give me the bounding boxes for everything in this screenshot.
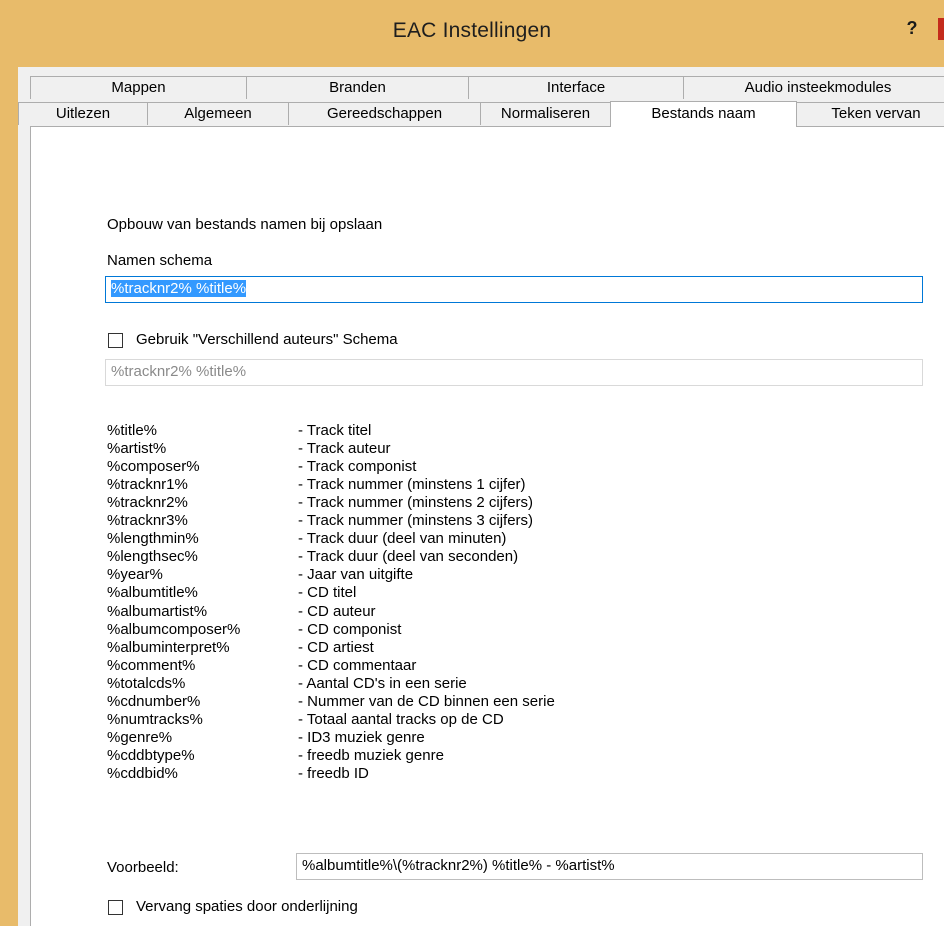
tab-uitlezen[interactable]: Uitlezen [18, 102, 148, 125]
placeholder-token: %composer% [107, 458, 200, 476]
tab-bestands-naam[interactable]: Bestands naam [610, 101, 797, 127]
placeholder-description: - Aantal CD's in een serie [298, 674, 467, 692]
placeholder-description: - Jaar van uitgifte [298, 566, 414, 584]
placeholder-description: - Track titel [298, 422, 372, 439]
placeholder-token: %genre% [107, 728, 173, 746]
placeholder-description: - Track auteur [298, 440, 391, 458]
tab-normaliseren[interactable]: Normaliseren [480, 102, 611, 125]
placeholder-description: - CD commentaar [298, 656, 417, 674]
placeholder-token: %comment% [107, 656, 196, 674]
placeholder-token: %tracknr3% [107, 512, 188, 530]
placeholder-description: - freedb muziek genre [298, 746, 444, 764]
various-artists-scheme-input[interactable]: %tracknr2% %title% [105, 359, 923, 386]
placeholder-description: - Nummer van de CD binnen een serie [298, 692, 555, 710]
tab-teken-vervangen[interactable]: Teken vervan [796, 102, 944, 125]
placeholder-description: - CD componist [298, 620, 402, 638]
close-button[interactable] [938, 18, 944, 40]
placeholder-token: %artist% [107, 440, 167, 458]
placeholder-description: - CD titel [298, 584, 357, 602]
tab-mappen[interactable]: Mappen [30, 76, 247, 99]
placeholder-description: - Track nummer (minstens 3 cijfers) [298, 512, 534, 530]
help-button[interactable]: ? [902, 16, 922, 40]
window-frame [0, 67, 18, 926]
various-artists-checkbox[interactable] [108, 333, 123, 348]
placeholder-token: %albuminterpret% [107, 638, 230, 656]
tab-audio-insteekmodules[interactable]: Audio insteekmodules [683, 76, 944, 99]
placeholder-token: %year% [107, 566, 163, 584]
placeholder-description: - Track nummer (minstens 2 cijfers) [298, 494, 534, 512]
example-preview-field: %albumtitle%\(%tracknr2%) %title% - %art… [296, 853, 923, 880]
title-bar[interactable]: EAC Instellingen ? [0, 0, 944, 67]
tab-gereedschappen[interactable]: Gereedschappen [288, 102, 481, 125]
placeholder-token: %tracknr2% [107, 494, 188, 512]
placeholder-token: %numtracks% [107, 710, 203, 728]
placeholder-token: %cddbtype% [107, 746, 195, 764]
replace-spaces-checkbox[interactable] [108, 900, 123, 915]
placeholder-token: %totalcds% [107, 674, 186, 692]
scheme-label: Namen schema [107, 252, 213, 269]
placeholder-token: %albumtitle% [107, 584, 198, 602]
placeholder-description: - Track nummer (minstens 1 cijfer) [298, 476, 526, 494]
window-title: EAC Instellingen [392, 19, 552, 42]
placeholder-description: - CD artiest [298, 638, 374, 656]
various-artists-label[interactable]: Gebruik "Verschillend auteurs" Schema [136, 331, 398, 348]
placeholder-description: - ID3 muziek genre [298, 728, 425, 746]
placeholder-token: %tracknr1% [107, 476, 188, 494]
placeholder-description: - Track componist [298, 458, 417, 476]
tab-algemeen[interactable]: Algemeen [147, 102, 289, 125]
replace-spaces-label[interactable]: Vervang spaties door onderlijning [136, 898, 358, 915]
placeholder-token: %lengthmin% [107, 530, 199, 548]
example-label: Voorbeeld: [107, 859, 179, 876]
placeholder-description: - freedb ID [298, 764, 369, 782]
placeholder-token: %albumartist% [107, 602, 208, 620]
placeholder-token: %cddbid% [107, 764, 178, 782]
section-heading: Opbouw van bestands namen bij opslaan [107, 216, 383, 233]
naming-scheme-value: %tracknr2% %title% [111, 280, 247, 297]
naming-scheme-input[interactable]: %tracknr2% %title% [105, 276, 923, 303]
placeholder-description: - CD auteur [298, 602, 376, 620]
tab-interface[interactable]: Interface [468, 76, 684, 99]
placeholder-description: - Track duur (deel van minuten) [298, 530, 507, 548]
placeholder-token: %cdnumber% [107, 692, 201, 710]
placeholder-token: %lengthsec% [107, 548, 198, 566]
placeholder-description: - Track duur (deel van seconden) [298, 548, 519, 566]
placeholder-token: %albumcomposer% [107, 620, 241, 638]
tab-branden[interactable]: Branden [246, 76, 469, 99]
placeholder-token: %title% [107, 422, 158, 439]
placeholder-description: - Totaal aantal tracks op de CD [298, 710, 504, 728]
